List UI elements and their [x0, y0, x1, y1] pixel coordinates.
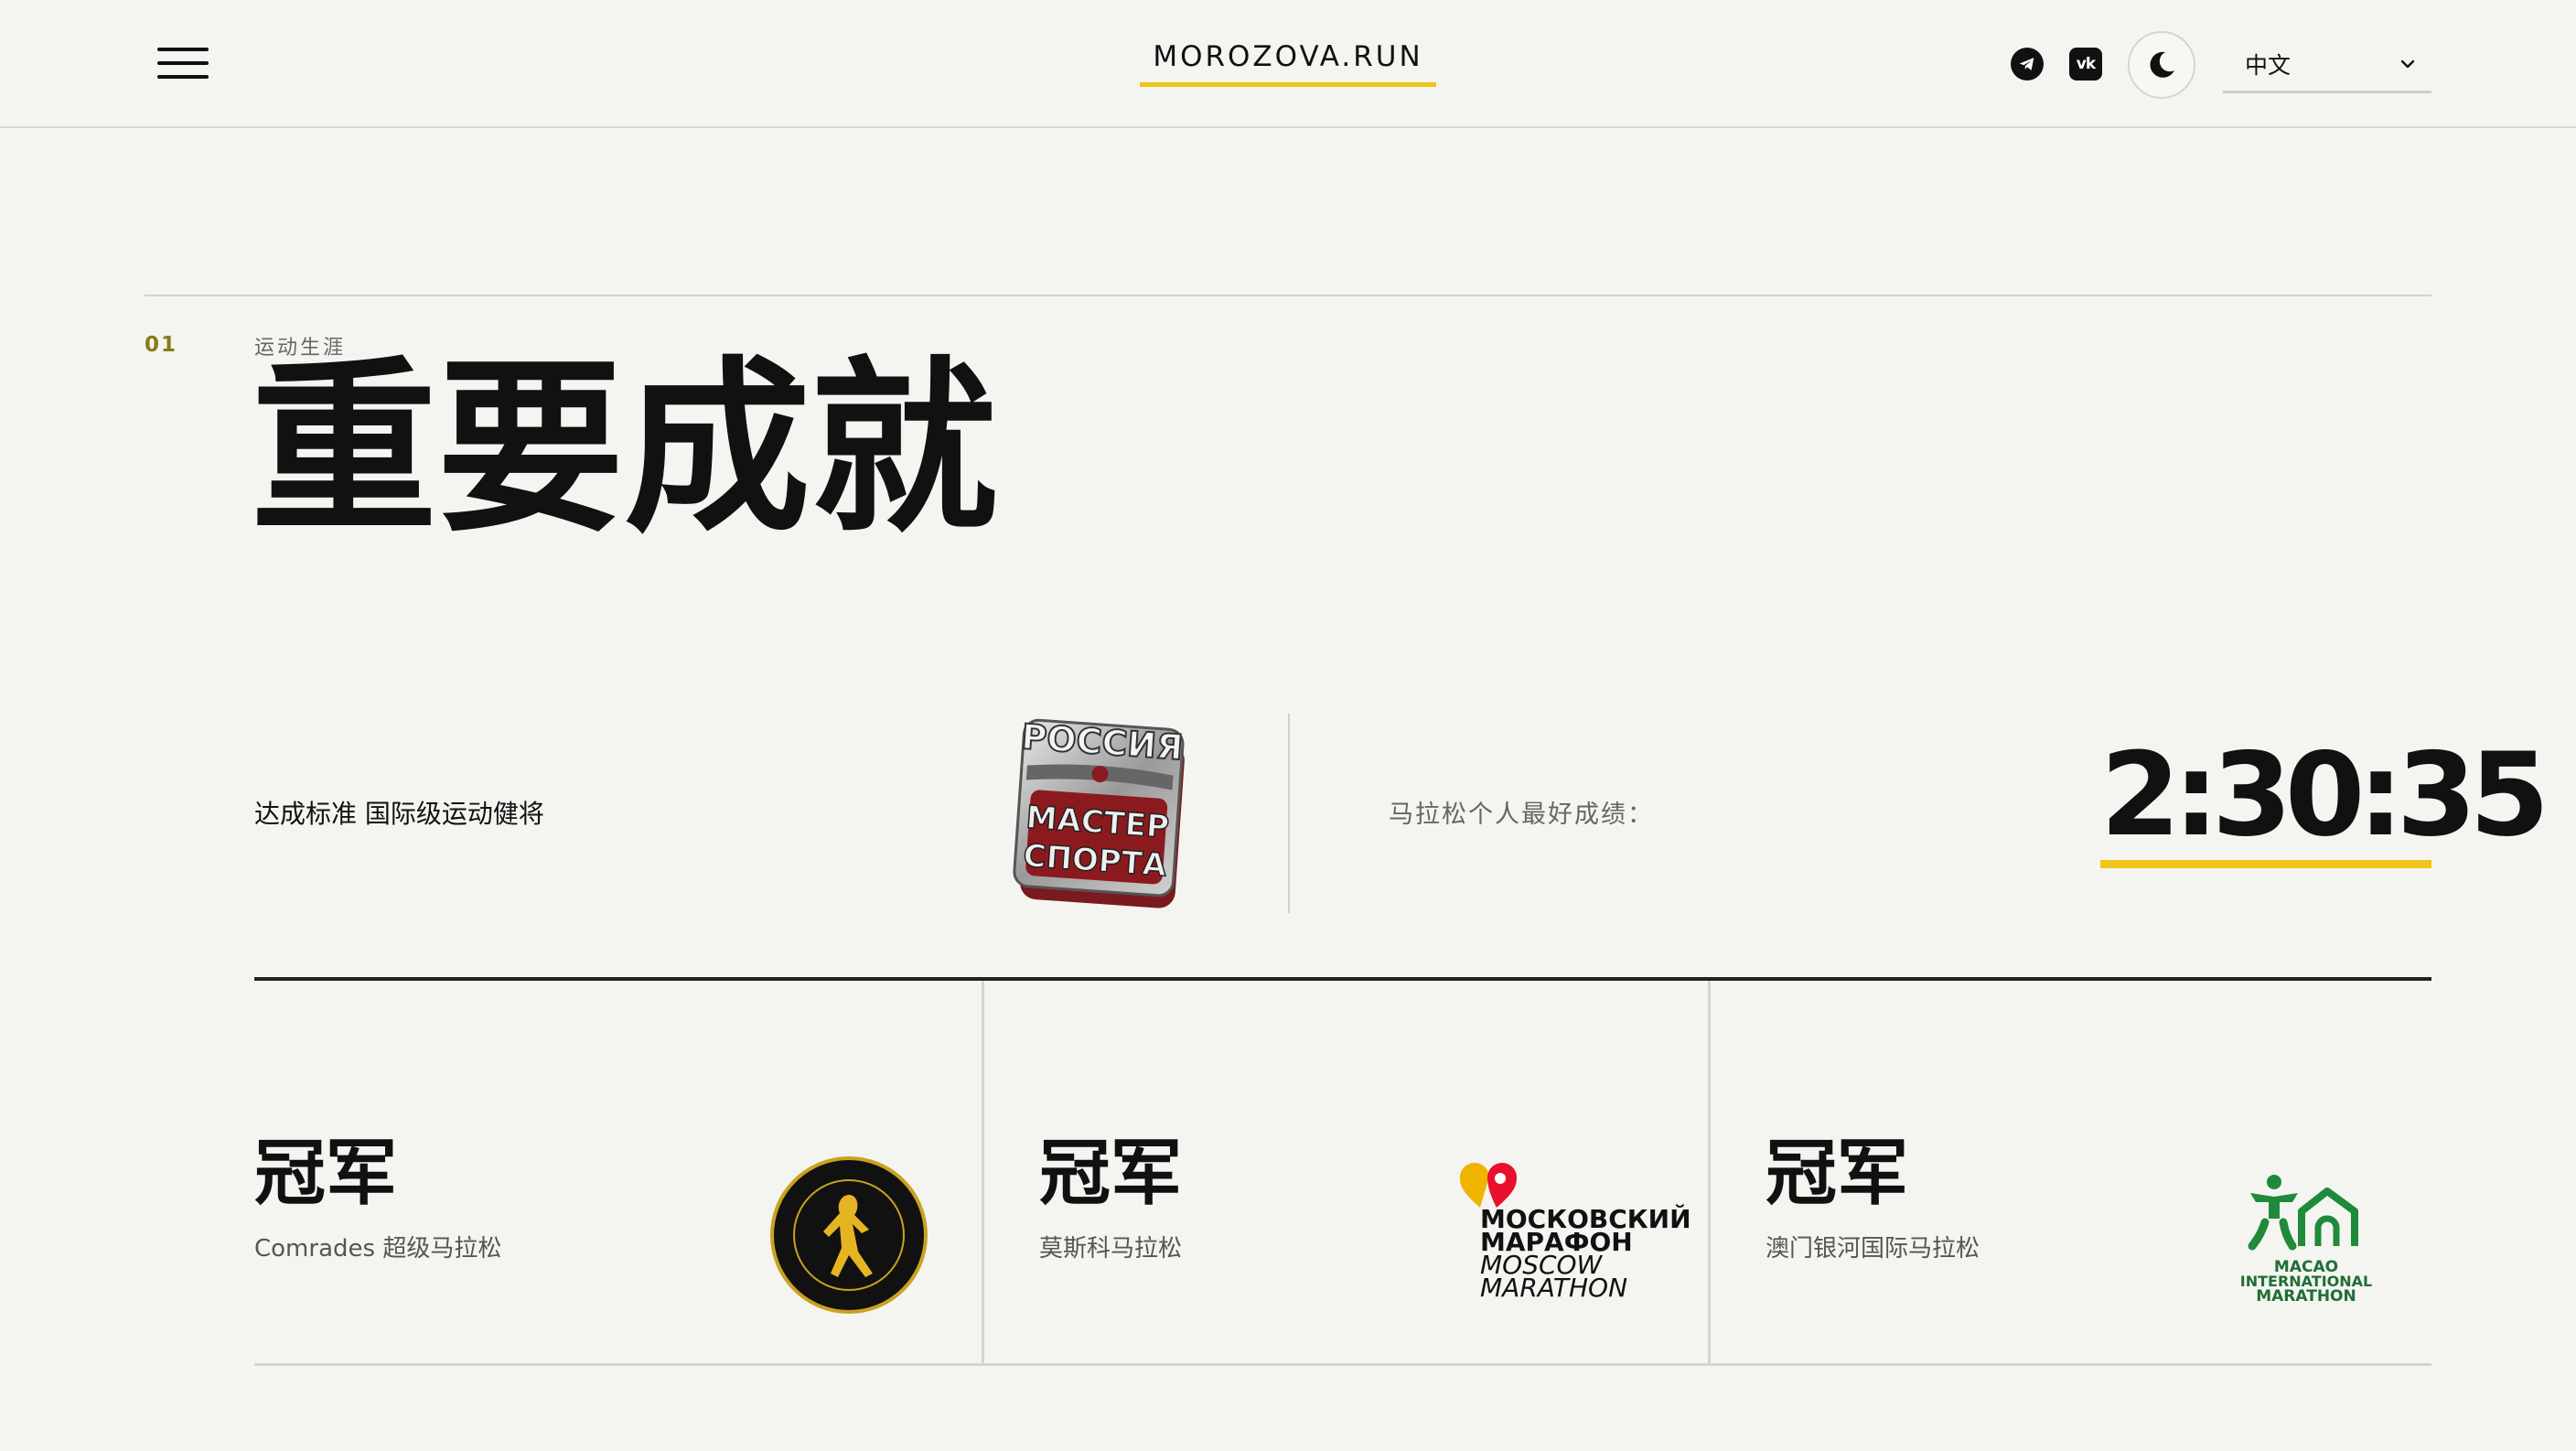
card-subtitle: 莫斯科马拉松 [1039, 1235, 1183, 1263]
card-subtitle: Comrades 超级马拉松 [254, 1235, 502, 1263]
site-logo[interactable]: MOROZOVA.RUN [1140, 40, 1436, 87]
cards-bottom-rule [254, 1363, 2431, 1366]
card-subtitle: 澳门银河国际马拉松 [1766, 1235, 1980, 1263]
card-title: 冠军 [254, 1133, 398, 1215]
svg-text:MARATHON: MARATHON [2256, 1287, 2356, 1306]
achievement-card-comrades: 冠军 Comrades 超级马拉松 [254, 981, 982, 1365]
vertical-divider [1288, 714, 1290, 913]
language-select[interactable]: 中文 [2223, 38, 2431, 93]
section-divider [145, 295, 2431, 296]
achievement-card-macao: 冠军 澳门银河国际马拉松 MACAO INTERNATIONAL MARATHO… [1708, 981, 2435, 1365]
moscow-marathon-logo: МОСКОВСКИЙ МАРАФОН MOSCOW MARATHON [1460, 1162, 1691, 1308]
page-title: 重要成就 [251, 341, 997, 558]
comrades-logo [770, 1156, 928, 1314]
logo-text-line: MARATHON [1480, 1273, 1628, 1303]
moon-icon [2150, 51, 2174, 78]
section-number: 01 [145, 333, 178, 357]
sport-standard-text: 达成标准 国际级运动健将 [254, 799, 544, 829]
macao-marathon-logo: MACAO INTERNATIONAL MARATHON [2240, 1175, 2372, 1306]
personal-best-time: 2:30:35 [2100, 737, 2549, 868]
achievement-card-moscow: 冠军 莫斯科马拉松 МОСКОВСКИЙ МАРАФОН MOSCOW MARA… [982, 981, 1709, 1365]
site-header: MOROZOVA.RUN vk 中文 [0, 0, 2576, 128]
language-label: 中文 [2245, 52, 2292, 79]
personal-best-label: 马拉松个人最好成绩： [1389, 801, 1654, 829]
card-title: 冠军 [1039, 1133, 1183, 1215]
menu-icon[interactable] [157, 48, 209, 79]
chevron-down-icon [2400, 59, 2415, 69]
master-of-sport-badge: РОССИЯ МАСТЕР СПОРТА [1013, 715, 1186, 908]
telegram-icon[interactable] [2011, 48, 2044, 81]
card-title: 冠军 [1766, 1133, 1909, 1215]
vk-icon[interactable]: vk [2069, 48, 2102, 81]
theme-toggle-button[interactable] [2128, 31, 2195, 99]
